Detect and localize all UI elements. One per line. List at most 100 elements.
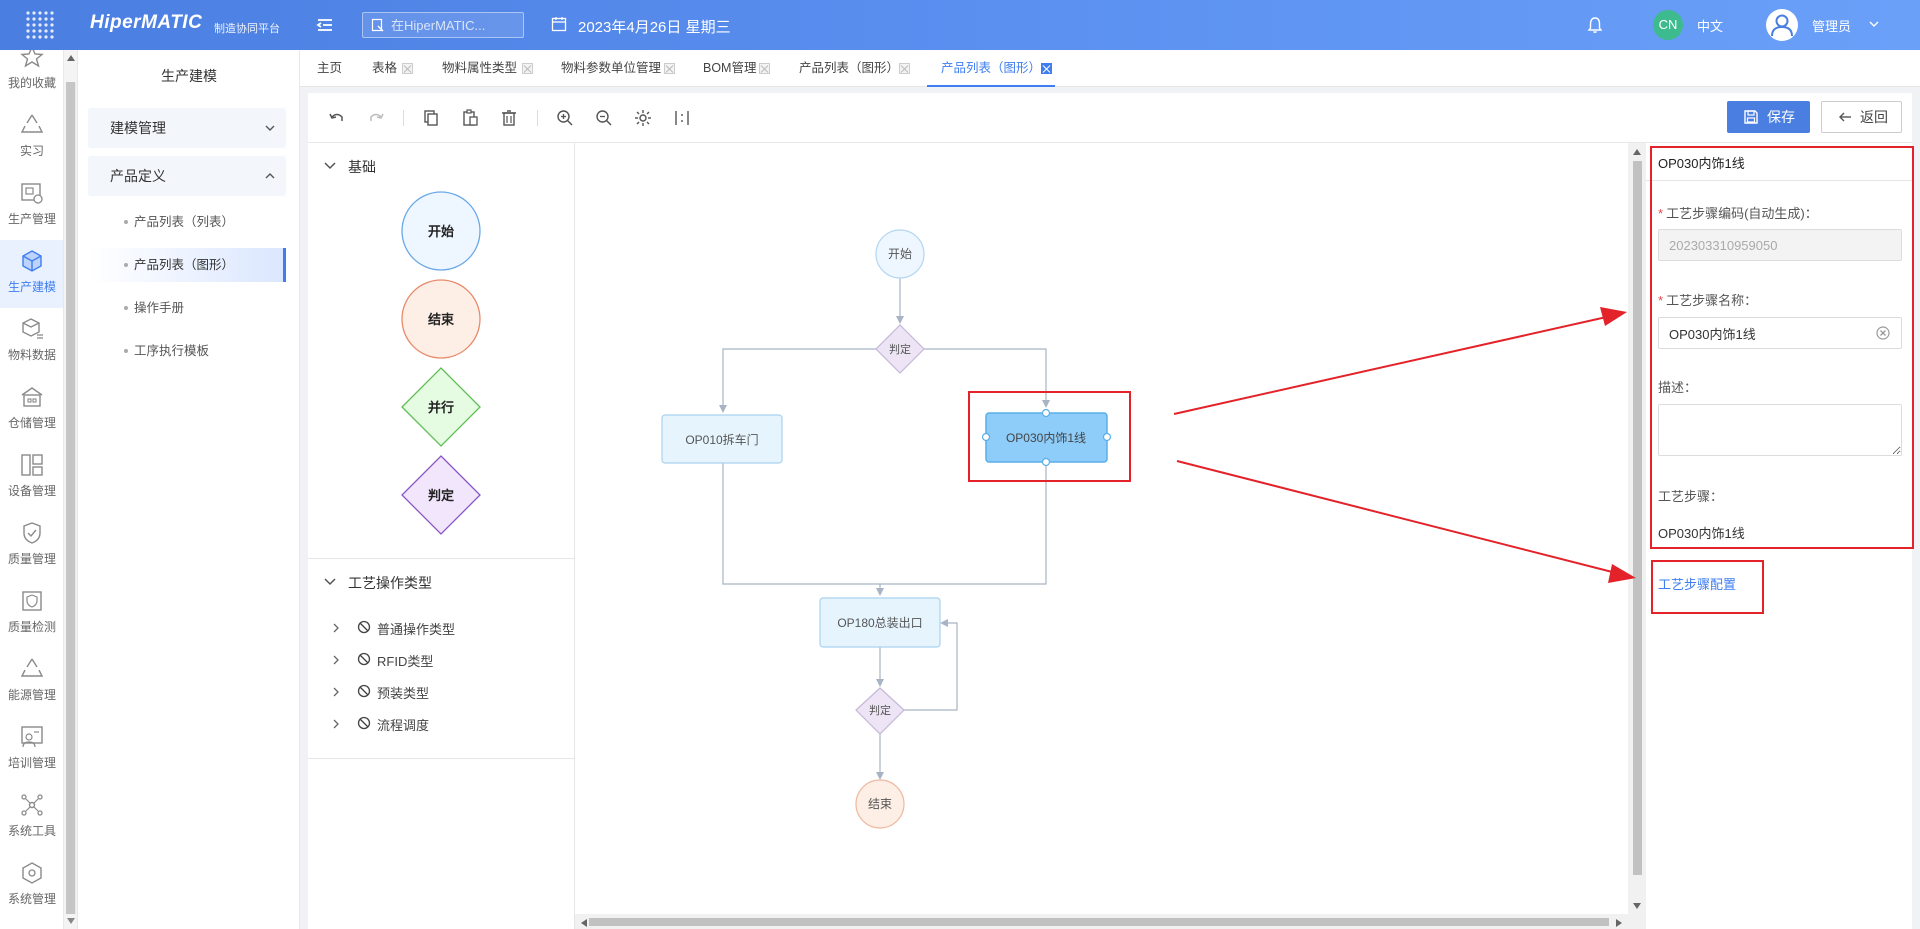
tab-material-attr[interactable]: 物料属性类型 bbox=[442, 50, 552, 87]
palette-end-label: 结束 bbox=[428, 312, 455, 327]
scroll-up-icon[interactable] bbox=[1632, 148, 1642, 156]
palette-op-normal[interactable]: 普通操作类型 bbox=[331, 620, 511, 637]
copy-icon[interactable] bbox=[421, 108, 441, 128]
back-button[interactable]: 返回 bbox=[1821, 101, 1902, 133]
language-label[interactable]: 中文 bbox=[1697, 16, 1723, 35]
palette-decision-label: 判定 bbox=[428, 488, 454, 503]
edge-decision1-op010[interactable] bbox=[719, 348, 878, 413]
chevron-down-icon bbox=[265, 125, 275, 131]
user-name[interactable]: 管理员 bbox=[1812, 16, 1851, 35]
tab-product-graph-active[interactable]: 产品列表（图形）... bbox=[927, 50, 1055, 87]
rail-scrollbar-thumb[interactable] bbox=[66, 82, 76, 914]
save-button[interactable]: 保存 bbox=[1727, 101, 1810, 133]
redo-icon[interactable] bbox=[366, 108, 386, 128]
tab-material-unit[interactable]: 物料参数单位管理 bbox=[561, 50, 701, 87]
annotation-arrows bbox=[1173, 307, 1636, 583]
save-label: 保存 bbox=[1767, 109, 1795, 125]
close-icon[interactable] bbox=[522, 63, 533, 74]
sidebar-item-product-graph[interactable]: 产品列表（图形） bbox=[88, 248, 286, 282]
bell-icon[interactable] bbox=[1587, 16, 1603, 34]
grid-logo-icon[interactable] bbox=[22, 8, 58, 42]
tab-table[interactable]: 表格 bbox=[372, 50, 442, 87]
close-icon[interactable] bbox=[402, 63, 413, 74]
rail-item-tools[interactable]: 系统工具 bbox=[0, 784, 63, 852]
close-icon[interactable] bbox=[759, 63, 770, 74]
search-input[interactable] bbox=[362, 12, 524, 38]
annotation-arrow-upper bbox=[1173, 307, 1627, 415]
rail-item-label: 我的收藏 bbox=[7, 76, 56, 90]
rail-item-favorites[interactable]: 我的收藏 bbox=[0, 50, 63, 104]
rail-item-label: 质量检测 bbox=[7, 620, 56, 634]
rail-item-energy[interactable]: 能源管理 bbox=[0, 648, 63, 716]
sidebar-group-product-definition[interactable]: 产品定义 bbox=[88, 156, 286, 196]
palette-start-label: 开始 bbox=[428, 224, 454, 239]
close-icon[interactable] bbox=[1041, 63, 1052, 74]
settings-cube-icon bbox=[22, 862, 42, 884]
tab-product-graph[interactable]: 产品列表（图形） bbox=[799, 50, 919, 87]
scroll-right-icon[interactable] bbox=[1615, 918, 1623, 928]
chevron-right-icon bbox=[333, 687, 339, 697]
rail-item-practice[interactable]: 实习 bbox=[0, 104, 63, 172]
rail-item-label: 生产建模 bbox=[7, 280, 56, 294]
flow-node-start[interactable]: 开始 bbox=[875, 229, 925, 279]
rail-item-system[interactable]: 系统管理 bbox=[0, 852, 63, 920]
palette-op-rfid[interactable]: RFID类型 bbox=[331, 652, 511, 669]
rail-item-training[interactable]: 培训管理 bbox=[0, 716, 63, 784]
brand-name: HiperMATIC bbox=[90, 12, 203, 33]
paste-icon[interactable] bbox=[460, 108, 480, 128]
edge-op010-merge[interactable] bbox=[722, 463, 820, 585]
rail-item-inspection[interactable]: 质量检测 bbox=[0, 580, 63, 648]
sidebar-item-process-template[interactable]: 工序执行模板 bbox=[88, 334, 286, 368]
chevron-down-icon[interactable] bbox=[1868, 18, 1880, 30]
scroll-down-icon[interactable] bbox=[1632, 902, 1642, 910]
menu-toggle-icon[interactable] bbox=[315, 15, 335, 35]
fit-view-icon[interactable] bbox=[633, 108, 653, 128]
rail-item-warehouse[interactable]: 仓储管理 bbox=[0, 376, 63, 444]
scroll-down-icon[interactable] bbox=[66, 917, 76, 925]
sidebar-group-label: 产品定义 bbox=[110, 168, 166, 184]
palette-op-preassembly[interactable]: 预装类型 bbox=[331, 684, 511, 701]
sidebar-group-modeling-management[interactable]: 建模管理 bbox=[88, 108, 286, 148]
scroll-up-icon[interactable] bbox=[66, 54, 76, 62]
avatar[interactable] bbox=[1766, 9, 1798, 41]
palette-parallel-shape[interactable]: 并行 bbox=[401, 367, 481, 447]
zoom-out-icon[interactable] bbox=[594, 108, 614, 128]
flow-node-decision1[interactable]: 判定 bbox=[875, 324, 925, 374]
canvas-horizontal-scrollbar[interactable] bbox=[575, 914, 1628, 929]
chevron-right-icon bbox=[333, 623, 339, 633]
rail-item-quality[interactable]: 质量管理 bbox=[0, 512, 63, 580]
close-icon[interactable] bbox=[899, 63, 910, 74]
scrollbar-thumb[interactable] bbox=[589, 918, 1609, 926]
flow-node-op180[interactable]: OP180总装出口 bbox=[819, 597, 941, 648]
training-icon bbox=[21, 726, 43, 748]
tab-home[interactable]: 主页 bbox=[317, 50, 342, 87]
flow-node-label: OP180总装出口 bbox=[837, 616, 922, 630]
scroll-left-icon[interactable] bbox=[580, 918, 588, 928]
palette-start-shape[interactable]: 开始 bbox=[401, 191, 481, 271]
palette-end-shape[interactable]: 结束 bbox=[401, 279, 481, 359]
rail-item-label: 生产管理 bbox=[7, 212, 56, 226]
rail-item-device[interactable]: 设备管理 bbox=[0, 444, 63, 512]
undo-icon[interactable] bbox=[327, 108, 347, 128]
rail-item-modeling[interactable]: 生产建模 bbox=[0, 240, 63, 308]
palette-op-scheduling[interactable]: 流程调度 bbox=[331, 716, 511, 733]
flow-node-label: 判定 bbox=[869, 703, 891, 717]
sidebar-group-label: 建模管理 bbox=[110, 120, 166, 136]
rail-item-material[interactable]: 物料数据 bbox=[0, 308, 63, 376]
flow-node-decision2[interactable]: 判定 bbox=[855, 687, 905, 735]
calendar-icon bbox=[551, 17, 567, 32]
sidebar-item-manual[interactable]: 操作手册 bbox=[88, 291, 286, 325]
flow-node-end[interactable]: 结束 bbox=[855, 779, 905, 829]
zoom-in-icon[interactable] bbox=[555, 108, 575, 128]
actual-size-icon[interactable] bbox=[672, 108, 692, 128]
device-icon bbox=[21, 454, 43, 476]
rail-item-production[interactable]: 生产管理 bbox=[0, 172, 63, 240]
language-badge[interactable]: CN bbox=[1653, 10, 1683, 40]
flow-node-op010[interactable]: OP010拆车门 bbox=[661, 414, 783, 464]
palette-decision-shape[interactable]: 判定 bbox=[401, 455, 481, 535]
shield-check-icon bbox=[22, 591, 42, 611]
close-icon[interactable] bbox=[664, 63, 675, 74]
tab-bom[interactable]: BOM管理 bbox=[703, 50, 783, 87]
sidebar-item-product-list[interactable]: 产品列表（列表） bbox=[88, 205, 286, 239]
delete-icon[interactable] bbox=[499, 108, 519, 128]
